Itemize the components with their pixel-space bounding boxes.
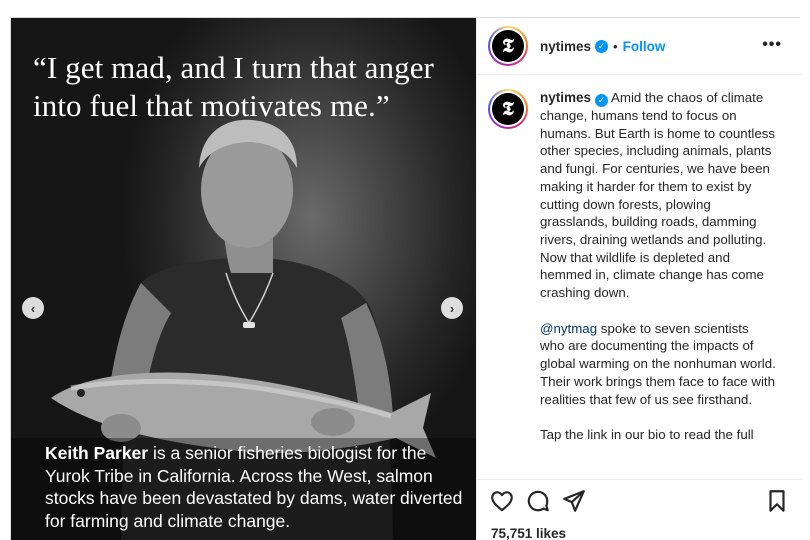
mention-link[interactable]: @nytmag xyxy=(540,321,597,336)
heart-icon[interactable] xyxy=(489,488,515,514)
chevron-left-icon: ‹ xyxy=(30,300,36,316)
post-actions: 75,751 likes xyxy=(477,479,802,540)
follow-button[interactable]: Follow xyxy=(623,39,666,54)
caption-paragraph-1: Amid the chaos of climate change, humans… xyxy=(540,90,776,301)
more-options-icon[interactable]: ••• xyxy=(762,36,782,54)
caption-paragraph-3: Tap the link in our bio to read the full xyxy=(540,427,754,443)
caption-text: nytimes ✓ Amid the chaos of climate chang… xyxy=(540,89,776,462)
avatar[interactable]: 𝕿 xyxy=(488,26,528,66)
nytimes-logo-icon: 𝕿 xyxy=(492,30,524,62)
verified-badge-icon: ✓ xyxy=(595,94,609,107)
post-side-panel: 𝕿 nytimes ✓ • Follow ••• 𝕿 nytimes ✓ Ami… xyxy=(476,18,802,540)
post-media[interactable]: “I get mad, and I turn that anger into f… xyxy=(11,18,476,540)
caption-comment: 𝕿 nytimes ✓ Amid the chaos of climate cha… xyxy=(488,89,788,462)
instagram-post: “I get mad, and I turn that anger into f… xyxy=(10,17,802,540)
nytimes-logo-icon: 𝕿 xyxy=(492,93,524,125)
caption-subject-name: Keith Parker xyxy=(45,443,149,463)
pull-quote: “I get mad, and I turn that anger into f… xyxy=(33,50,434,123)
chevron-right-icon: › xyxy=(449,300,455,316)
separator-dot: • xyxy=(613,38,618,54)
photo-caption: Keith Parker is a senior fisheries biolo… xyxy=(45,442,465,532)
post-header: 𝕿 nytimes ✓ • Follow ••• xyxy=(477,18,802,75)
bookmark-icon[interactable] xyxy=(764,488,790,514)
share-icon[interactable] xyxy=(561,488,587,514)
carousel-prev-button[interactable]: ‹ xyxy=(22,297,44,319)
account-username[interactable]: nytimes xyxy=(540,39,591,54)
avatar[interactable]: 𝕿 xyxy=(488,89,528,129)
caption-username[interactable]: nytimes xyxy=(540,90,591,105)
verified-badge-icon: ✓ xyxy=(595,39,609,53)
carousel-next-button[interactable]: › xyxy=(441,297,463,319)
comment-icon[interactable] xyxy=(525,488,551,514)
post-caption-area: 𝕿 nytimes ✓ Amid the chaos of climate cha… xyxy=(477,75,802,479)
likes-count[interactable]: 75,751 likes xyxy=(491,526,566,540)
